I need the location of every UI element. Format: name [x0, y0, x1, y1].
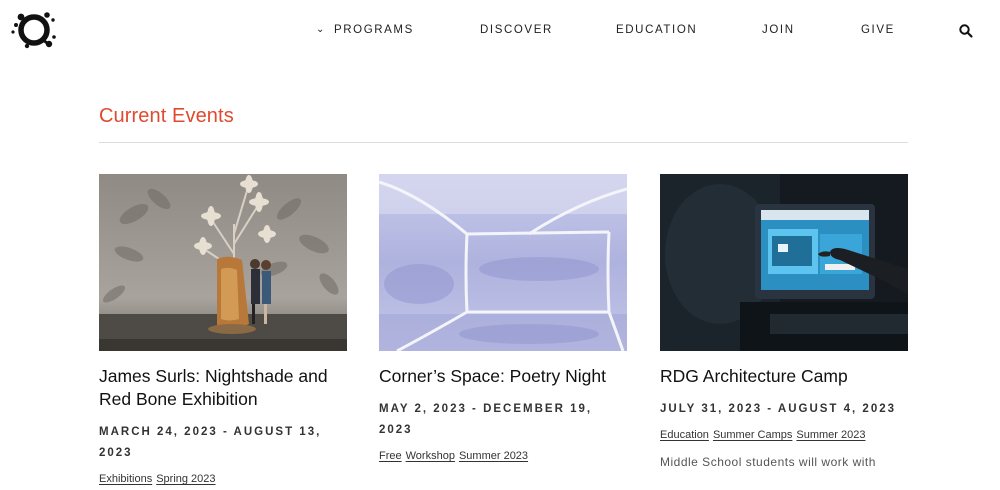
event-card: RDG Architecture Camp JULY 31, 2023 - AU… [660, 174, 908, 469]
event-image-watercolor-room[interactable] [379, 174, 627, 351]
nav-item-give[interactable]: GIVE [861, 24, 895, 36]
tag-link[interactable]: Summer 2023 [459, 450, 528, 462]
tag-link[interactable]: Free [379, 450, 402, 462]
event-title-line: Corner’s Space: Poetry Night [379, 366, 606, 386]
event-date-line: JULY 31, 2023 - AUGUST 4, 2023 [660, 403, 897, 415]
nav-item-education[interactable]: EDUCATION [616, 24, 697, 36]
event-card: Corner’s Space: Poetry Night MAY 2, 2023… [379, 174, 627, 462]
event-tags: Exhibitions Spring 2023 [99, 473, 347, 485]
main-nav: ⌄ PROGRAMS DISCOVER EDUCATION JOIN GIVE [0, 24, 1000, 40]
event-title-line: Red Bone Exhibition [99, 389, 258, 409]
event-tags: Education Summer Camps Summer 2023 [660, 429, 908, 441]
tag-link[interactable]: Spring 2023 [156, 473, 215, 485]
nav-item-programs[interactable]: ⌄ PROGRAMS [316, 24, 414, 36]
event-card: James Surls: Nightshade and Red Bone Exh… [99, 174, 347, 485]
tag-link[interactable]: Summer 2023 [796, 429, 865, 441]
event-date-line: MAY 2, 2023 - DECEMBER 19, [379, 403, 593, 415]
event-date-line: 2023 [99, 447, 133, 459]
section-title: Current Events [99, 105, 234, 127]
section-divider [99, 142, 908, 143]
event-date: JULY 31, 2023 - AUGUST 4, 2023 [660, 399, 908, 420]
tag-link[interactable]: Workshop [406, 450, 455, 462]
event-date-line: MARCH 24, 2023 - AUGUST 13, [99, 426, 322, 438]
event-image-architecture-screen[interactable] [660, 174, 908, 351]
event-title-line: RDG Architecture Camp [660, 366, 848, 386]
event-image-sculpture[interactable] [99, 174, 347, 351]
event-description: Middle School students will work with [660, 455, 876, 469]
nav-item-join[interactable]: JOIN [762, 24, 795, 36]
event-title[interactable]: RDG Architecture Camp [660, 365, 908, 388]
tag-link[interactable]: Education [660, 429, 709, 441]
nav-item-programs-label: PROGRAMS [333, 24, 414, 36]
event-title-line: James Surls: Nightshade and [99, 366, 328, 386]
tag-link[interactable]: Exhibitions [99, 473, 152, 485]
event-date: MARCH 24, 2023 - AUGUST 13, 2023 [99, 422, 347, 464]
chevron-down-icon: ⌄ [316, 24, 326, 35]
event-date: MAY 2, 2023 - DECEMBER 19, 2023 [379, 399, 627, 441]
nav-item-discover[interactable]: DISCOVER [480, 24, 553, 36]
tag-link[interactable]: Summer Camps [713, 429, 792, 441]
event-tags: Free Workshop Summer 2023 [379, 450, 627, 462]
event-date-line: 2023 [379, 424, 413, 436]
event-title[interactable]: Corner’s Space: Poetry Night [379, 365, 627, 388]
event-title[interactable]: James Surls: Nightshade and Red Bone Exh… [99, 365, 347, 411]
site-header: ⌄ PROGRAMS DISCOVER EDUCATION JOIN GIVE [0, 0, 1000, 62]
search-icon[interactable] [958, 23, 974, 39]
